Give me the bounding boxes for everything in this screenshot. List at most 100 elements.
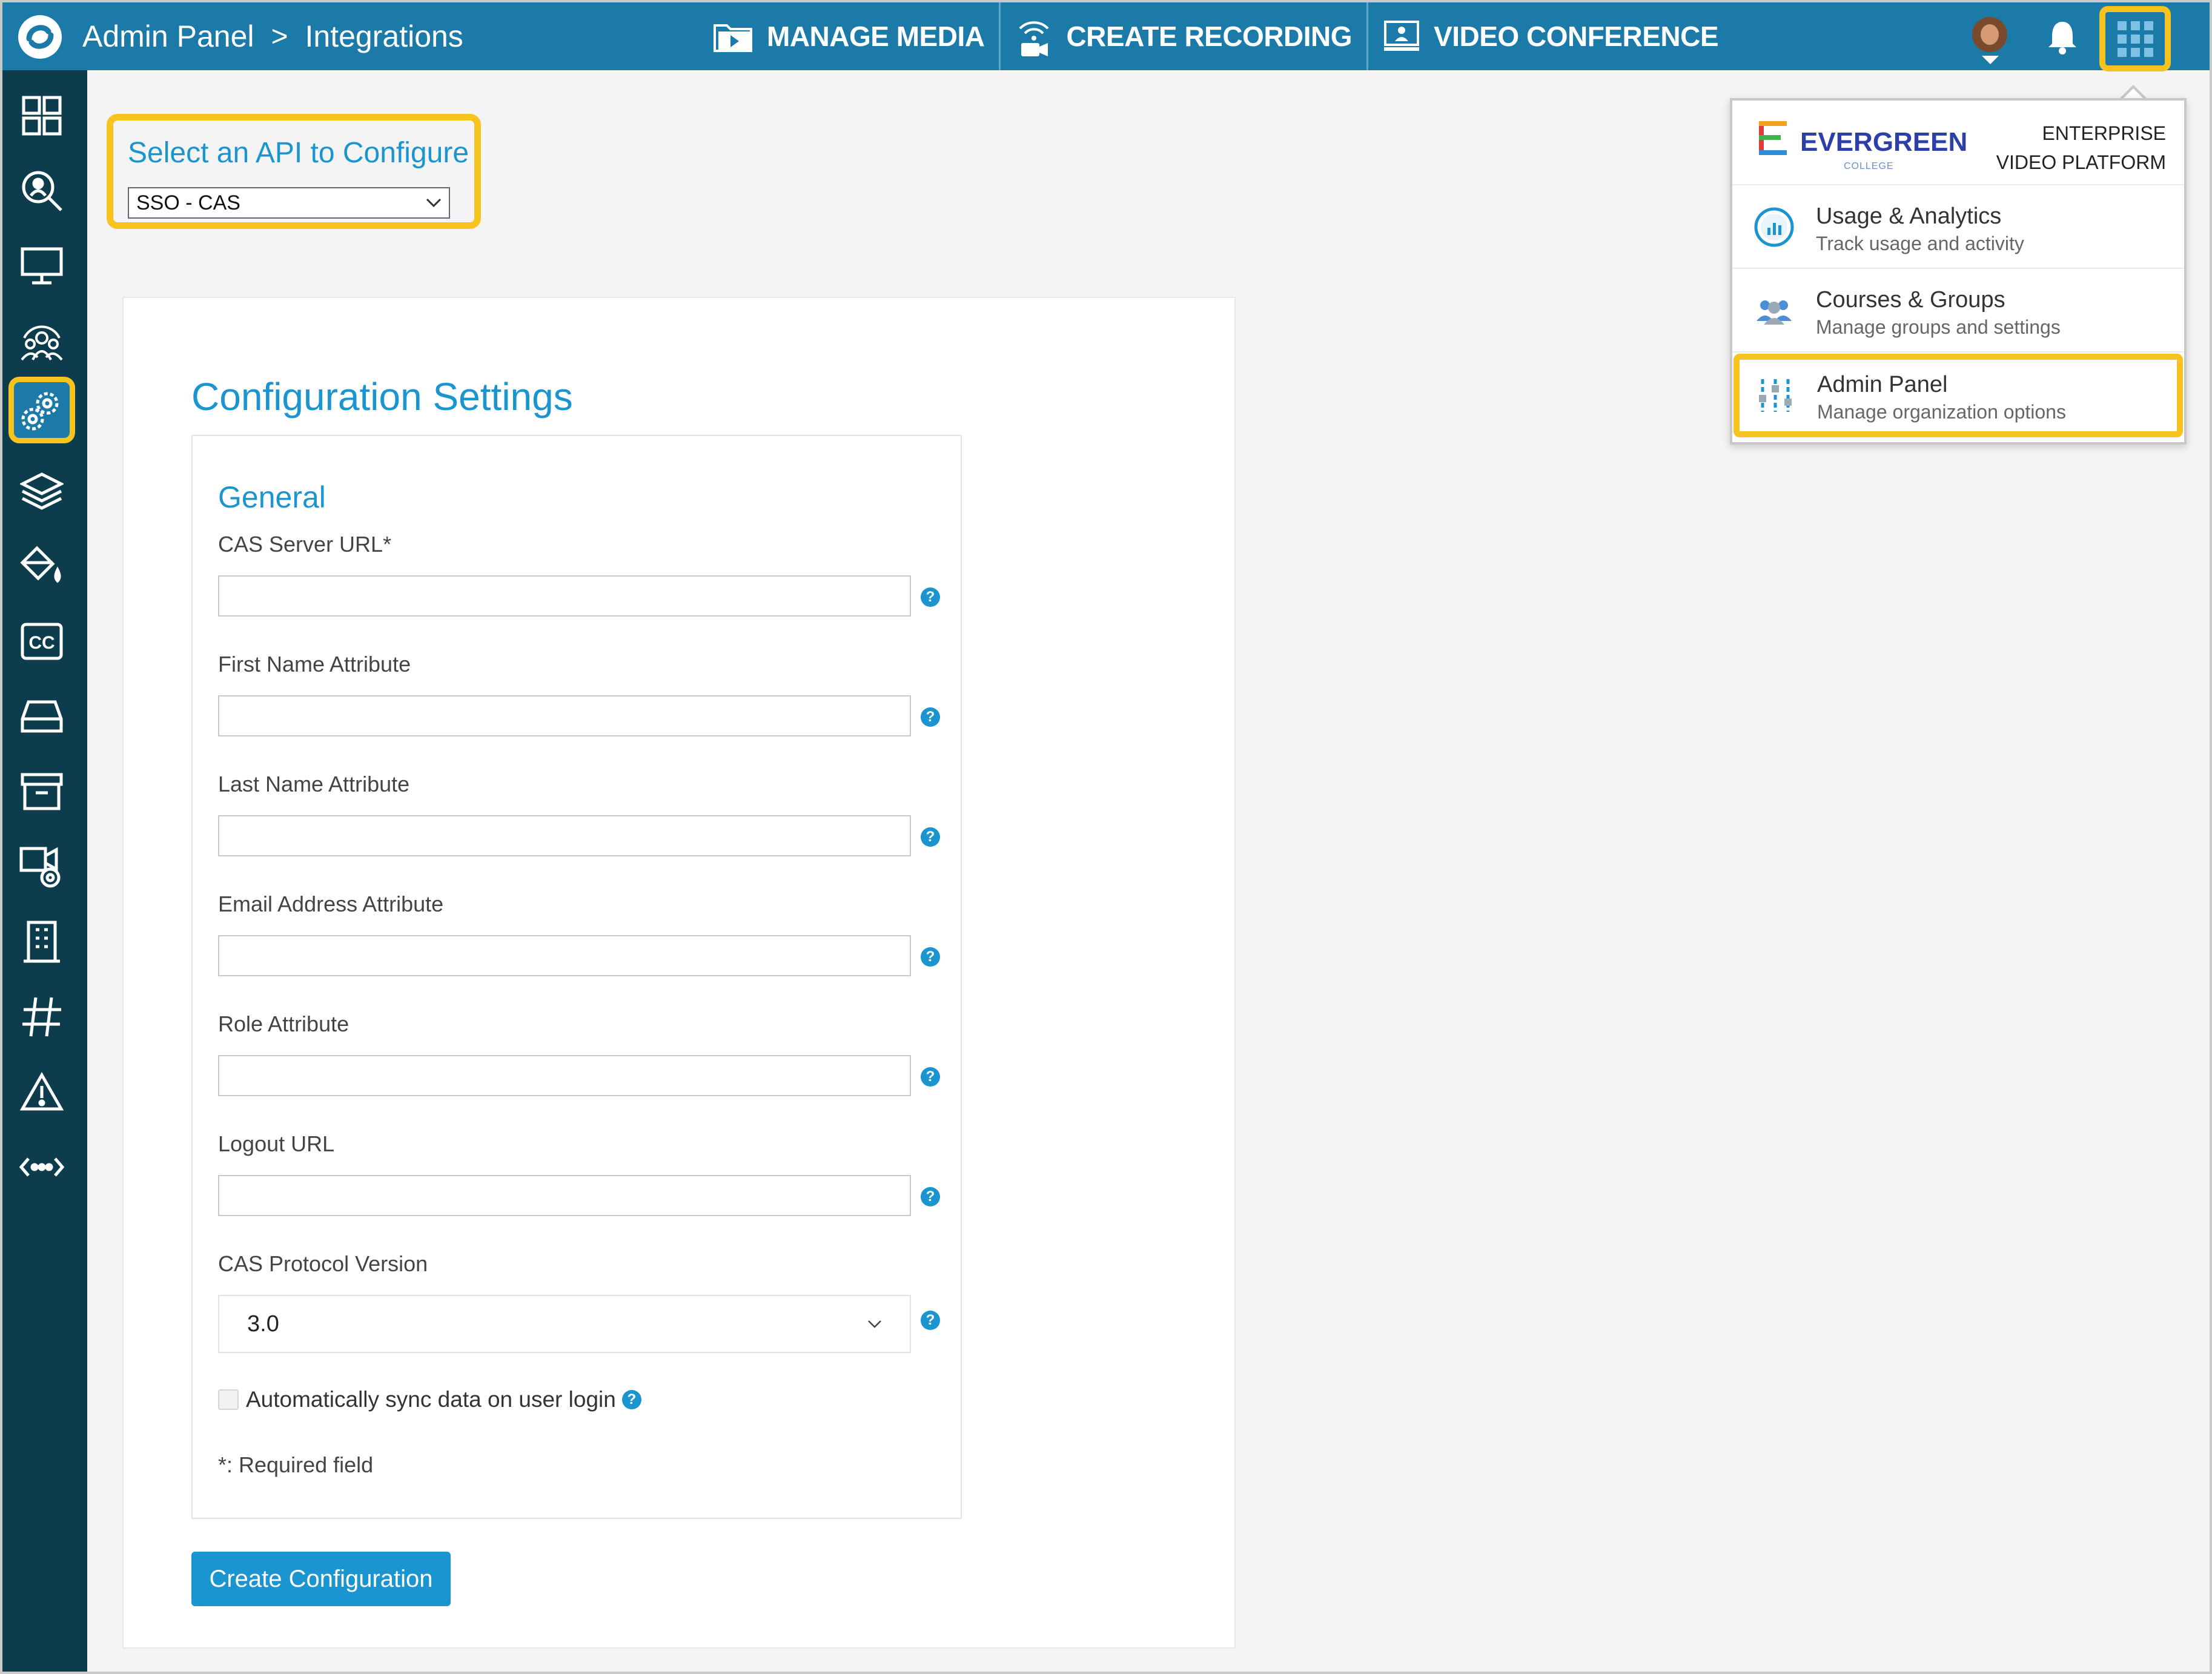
help-icon[interactable]: ?: [921, 707, 940, 727]
api-selector-title: Select an API to Configure: [128, 137, 469, 169]
app-logo-icon[interactable]: [11, 12, 69, 62]
menu-item-title: Admin Panel: [1817, 372, 1948, 397]
evergreen-logo-icon: [1759, 121, 1787, 155]
brand-header: EVERGREEN COLLEGE ENTERPRISE VIDEO PLATF…: [1732, 101, 2184, 185]
cas-protocol-version-select[interactable]: 3.0: [218, 1295, 911, 1353]
menu-item-usage-analytics[interactable]: Usage & Analytics Track usage and activi…: [1732, 185, 2184, 269]
manage-media-label: MANAGE MEDIA: [767, 21, 985, 52]
role-attribute-label: Role Attribute: [218, 1011, 349, 1036]
breadcrumb-admin-panel[interactable]: Admin Panel: [82, 19, 254, 54]
create-configuration-button[interactable]: Create Configuration: [191, 1552, 451, 1606]
monitor-icon: [21, 247, 63, 285]
drive-icon: [21, 700, 63, 733]
cas-protocol-version-label: CAS Protocol Version: [218, 1251, 428, 1276]
sidebar-item-search[interactable]: [8, 157, 75, 224]
layers-icon: [20, 472, 64, 510]
video-conference-button[interactable]: VIDEO CONFERENCE: [1368, 2, 1733, 70]
auto-sync-checkbox[interactable]: [218, 1389, 239, 1410]
role-attribute-input[interactable]: [218, 1055, 911, 1096]
avatar-menu-caret-icon[interactable]: [1982, 56, 1999, 64]
menu-item-courses-groups[interactable]: Courses & Groups Manage groups and setti…: [1732, 269, 2184, 352]
breadcrumb-separator: >: [271, 20, 288, 53]
sidebar-item-captions[interactable]: CC: [8, 608, 75, 675]
menu-item-subtitle: Manage groups and settings: [1816, 316, 2061, 338]
app-switcher-button[interactable]: [2099, 6, 2171, 71]
create-recording-label: CREATE RECORDING: [1066, 21, 1353, 52]
sidebar-item-people[interactable]: [8, 308, 75, 374]
sidebar-item-storage[interactable]: [8, 683, 75, 750]
svg-text:CC: CC: [28, 633, 55, 653]
cas-server-url-input[interactable]: [218, 575, 911, 617]
sidebar-item-organization[interactable]: [8, 908, 75, 975]
api-icon: [19, 1157, 65, 1177]
api-select-value: SSO - CAS: [136, 191, 240, 214]
video-conference-label: VIDEO CONFERENCE: [1434, 21, 1719, 52]
sidebar-item-monitor[interactable]: [8, 233, 75, 299]
admin-sliders-icon: [1759, 379, 1792, 412]
sidebar-item-dashboard[interactable]: [8, 82, 75, 149]
video-conference-icon: [1384, 21, 1420, 51]
search-icon: [22, 171, 62, 211]
building-icon: [24, 921, 60, 963]
recording-camera-icon: [1019, 21, 1049, 56]
sidebar-item-layers[interactable]: [8, 458, 75, 524]
help-icon[interactable]: ?: [621, 1390, 641, 1409]
analytics-icon: [1754, 207, 1794, 247]
video-settings-icon: [19, 847, 61, 888]
notification-bell-icon[interactable]: [2046, 19, 2079, 55]
breadcrumb-integrations: Integrations: [305, 19, 463, 53]
create-recording-button[interactable]: CREATE RECORDING: [1001, 2, 1366, 70]
closed-captions-icon: CC: [21, 623, 63, 660]
archive-icon: [21, 773, 63, 810]
help-icon[interactable]: ?: [921, 1067, 940, 1087]
required-field-note: *: Required field: [218, 1452, 374, 1477]
settings-icon: [21, 392, 59, 431]
app-switcher-menu: EVERGREEN COLLEGE ENTERPRISE VIDEO PLATF…: [1730, 98, 2187, 445]
help-icon[interactable]: ?: [921, 587, 940, 607]
auto-sync-row: Automatically sync data on user login ?: [218, 1387, 641, 1412]
chevron-down-icon: [868, 1320, 881, 1328]
auto-sync-label: Automatically sync data on user login: [246, 1387, 616, 1412]
configuration-card: Configuration Settings General CAS Serve…: [122, 297, 1236, 1649]
user-avatar[interactable]: [1972, 17, 2007, 52]
people-icon: [21, 325, 63, 361]
brand-tagline: ENTERPRISE VIDEO PLATFORM: [1996, 122, 2166, 173]
last-name-attribute-input[interactable]: [218, 815, 911, 856]
sidebar-item-settings[interactable]: [8, 377, 75, 443]
email-address-attribute-input[interactable]: [218, 935, 911, 976]
help-icon[interactable]: ?: [921, 1187, 940, 1206]
sidebar-item-alerts[interactable]: [8, 1059, 75, 1125]
general-section: General CAS Server URL* ? First Name Att…: [191, 435, 962, 1519]
sidebar-item-theme[interactable]: [8, 533, 75, 600]
help-icon[interactable]: ?: [921, 827, 940, 847]
menu-item-admin-panel[interactable]: Admin Panel Manage organization options: [1734, 354, 2183, 437]
menu-item-subtitle: Manage organization options: [1817, 401, 2066, 423]
top-nav: MANAGE MEDIA CREATE RECORDING VIDEO CONF…: [698, 2, 1733, 70]
app-window: Admin Panel > Integrations MANAGE MEDIA: [0, 0, 2212, 1674]
logout-url-input[interactable]: [218, 1175, 911, 1216]
configuration-title: Configuration Settings: [191, 375, 573, 418]
dashboard-icon: [22, 96, 62, 136]
brand-name: EVERGREEN: [1800, 127, 1968, 157]
chevron-down-icon: [426, 198, 442, 208]
manage-media-button[interactable]: MANAGE MEDIA: [698, 2, 999, 70]
section-title: General: [218, 480, 326, 514]
warning-icon: [20, 1071, 64, 1111]
top-bar: Admin Panel > Integrations MANAGE MEDIA: [2, 2, 2210, 71]
sidebar: CC: [2, 70, 87, 1672]
media-folder-icon: [714, 24, 752, 52]
sidebar-item-video-settings[interactable]: [8, 833, 75, 900]
breadcrumb: Admin Panel > Integrations: [82, 2, 463, 70]
menu-item-title: Courses & Groups: [1816, 287, 2005, 313]
help-icon[interactable]: ?: [921, 1311, 940, 1330]
sidebar-item-archive[interactable]: [8, 758, 75, 825]
last-name-attribute-label: Last Name Attribute: [218, 772, 410, 796]
sidebar-item-tags[interactable]: [8, 984, 75, 1050]
api-selector-panel: Select an API to Configure SSO - CAS: [107, 114, 481, 229]
first-name-attribute-input[interactable]: [218, 695, 911, 736]
hashtag-icon: [22, 997, 61, 1037]
sidebar-item-integrations[interactable]: [8, 1134, 75, 1200]
help-icon[interactable]: ?: [921, 947, 940, 967]
api-select-dropdown[interactable]: SSO - CAS: [128, 187, 450, 219]
brand-subtitle: COLLEGE: [1844, 161, 1894, 171]
